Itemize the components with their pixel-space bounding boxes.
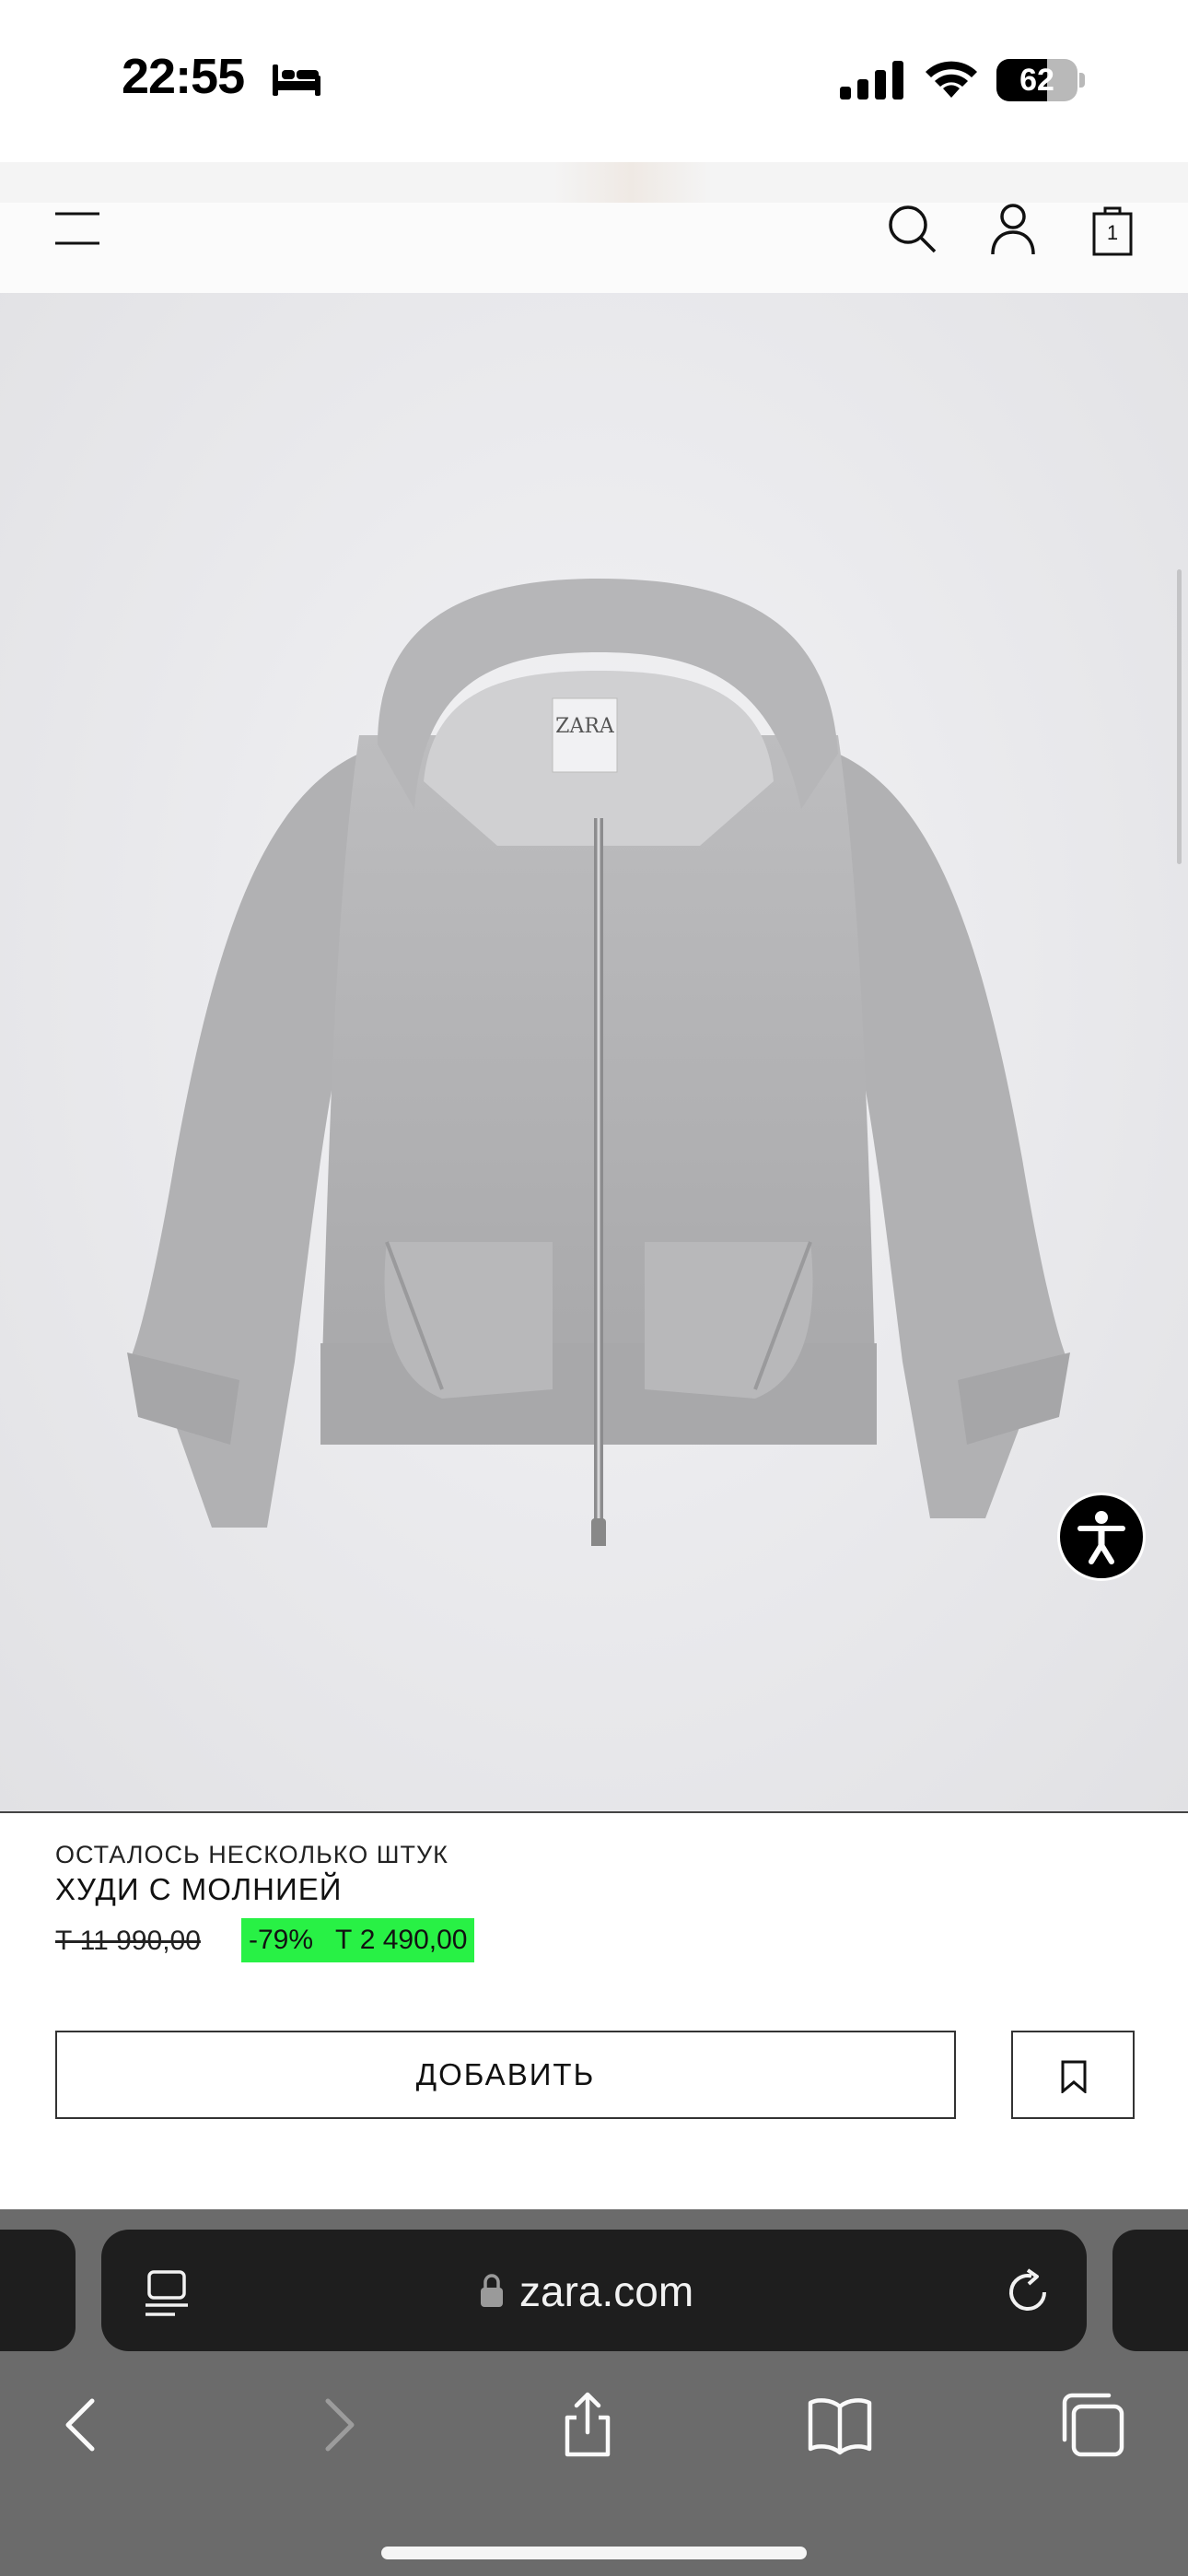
site-header: 1 — [0, 203, 1188, 293]
accessibility-button[interactable] — [1057, 1493, 1146, 1581]
account-icon[interactable] — [989, 203, 1037, 256]
bookmarks-icon[interactable] — [805, 2390, 875, 2460]
label-brand: ZARA — [555, 715, 615, 738]
new-price: Т 2 490,00 — [335, 1925, 468, 1955]
bookmark-icon — [1061, 2060, 1087, 2093]
sale-price-tag: -79% Т 2 490,00 — [241, 1918, 475, 1962]
browser-toolbar: zara.com — [0, 2209, 1188, 2576]
save-bookmark-button[interactable] — [1011, 2031, 1135, 2119]
menu-icon[interactable] — [53, 206, 101, 251]
scrollbar[interactable] — [1177, 569, 1182, 864]
address-bar[interactable]: zara.com — [101, 2230, 1087, 2351]
wifi-icon — [926, 61, 977, 98]
battery-indicator: 62 — [996, 59, 1085, 101]
discount-percent: -79% — [249, 1925, 314, 1955]
accessibility-icon — [1077, 1511, 1125, 1564]
bed-icon — [273, 64, 320, 96]
url-text[interactable]: zara.com — [519, 2266, 693, 2316]
cellular-signal-icon — [840, 61, 903, 100]
lock-icon — [481, 2274, 503, 2307]
stock-note: ОСТАЛОСЬ НЕСКОЛЬКО ШТУК — [55, 1841, 448, 1868]
status-time: 22:55 — [122, 49, 245, 104]
tabs-icon[interactable] — [1057, 2390, 1127, 2460]
next-tab-peek[interactable] — [1112, 2230, 1188, 2351]
status-bar: 22:55 62 — [0, 0, 1188, 162]
old-price: Т 11 990,00 — [55, 1926, 201, 1956]
battery-level: 62 — [1019, 63, 1054, 98]
shopping-bag-icon[interactable]: 1 — [1090, 203, 1135, 256]
product-info: ОСТАЛОСЬ НЕСКОЛЬКО ШТУК ХУДИ С МОЛНИЕЙ Т… — [0, 1813, 1188, 2209]
reload-icon[interactable] — [1004, 2268, 1052, 2316]
product-name[interactable]: ХУДИ С МОЛНИЕЙ — [55, 1872, 342, 1907]
product-image[interactable]: ZARA — [0, 293, 1188, 1813]
previous-tab-peek[interactable] — [0, 2230, 76, 2351]
forward-icon[interactable] — [304, 2390, 374, 2460]
header-strip — [0, 162, 1188, 203]
hoodie-photo: ZARA — [127, 579, 1070, 1546]
add-to-cart-button[interactable]: ДОБАВИТЬ — [55, 2031, 956, 2119]
share-icon[interactable] — [553, 2390, 623, 2460]
back-icon[interactable] — [46, 2390, 116, 2460]
search-icon[interactable] — [886, 203, 938, 254]
home-indicator — [381, 2547, 807, 2559]
cart-count: 1 — [1106, 221, 1119, 244]
reader-mode-icon[interactable] — [144, 2268, 190, 2318]
